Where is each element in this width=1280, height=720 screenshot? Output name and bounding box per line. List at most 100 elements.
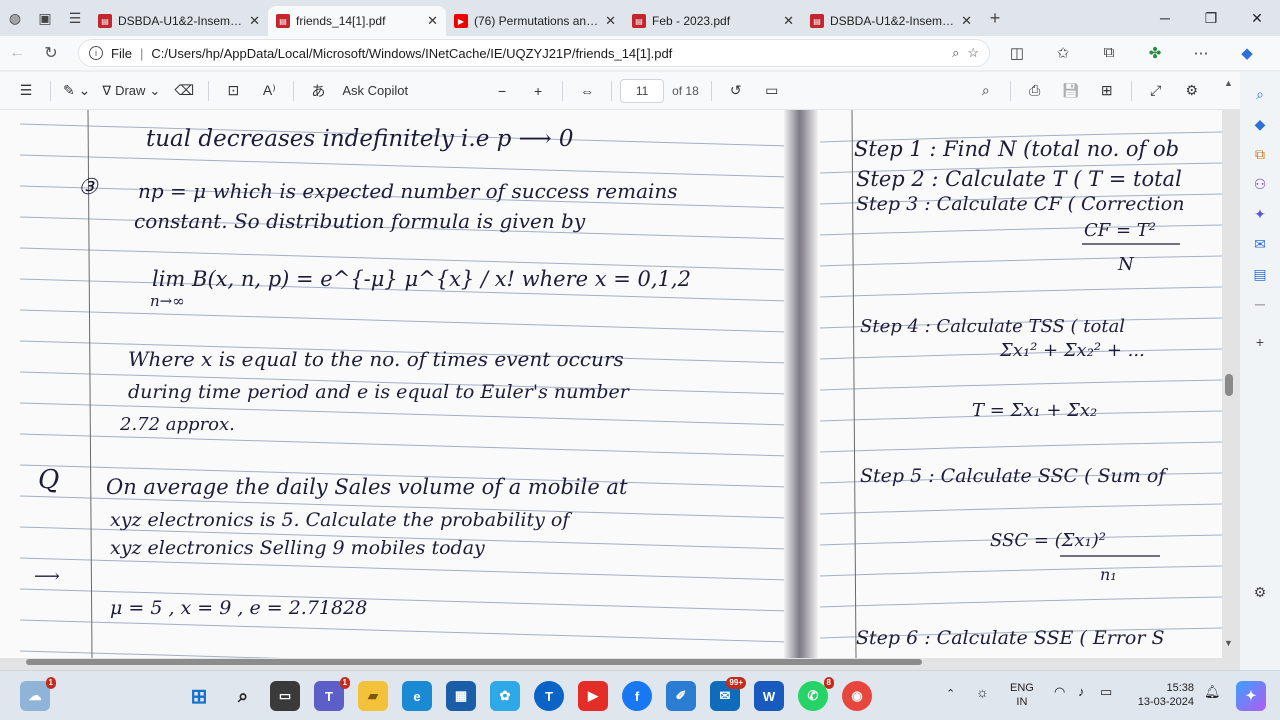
- draw-button[interactable]: ∇ Draw ⌄: [98, 77, 164, 105]
- divider-icon: ─: [1255, 296, 1265, 312]
- facebook-icon[interactable]: f: [622, 681, 652, 711]
- vertical-scrollbar[interactable]: ▲ ▼: [1222, 78, 1236, 648]
- minimize-icon[interactable]: ─: [1142, 0, 1188, 36]
- favorites-icon[interactable]: ✩: [1042, 44, 1084, 62]
- copilot-taskbar-icon[interactable]: ✦: [1236, 681, 1266, 711]
- close-tab-icon[interactable]: ✕: [605, 13, 616, 29]
- wifi-icon[interactable]: ◠: [1054, 685, 1065, 699]
- split-screen-icon[interactable]: ◫: [996, 44, 1038, 62]
- find-icon[interactable]: ⌕: [970, 77, 1002, 105]
- right-line-3: Step 3 : Calculate CF ( Correction: [856, 193, 1184, 215]
- tab-actions-icon[interactable]: ☰: [60, 0, 90, 36]
- teams-icon[interactable]: T1: [314, 677, 350, 711]
- file-explorer-icon[interactable]: ▰: [358, 681, 388, 711]
- rotate-icon[interactable]: ↺: [720, 77, 752, 105]
- translate-icon[interactable]: あ: [302, 77, 334, 105]
- page-view-icon[interactable]: ▭: [756, 77, 788, 105]
- rewards-icon[interactable]: ◆: [1246, 110, 1274, 138]
- left-line-9: xyz electronics is 5. Calculate the prob…: [110, 509, 572, 531]
- tab-dsbda-2[interactable]: ▤ DSBDA-U1&2-Insem(1).pdf ✕: [802, 6, 980, 36]
- app-icon[interactable]: ✿: [490, 681, 520, 711]
- book-gutter: [784, 110, 818, 658]
- save-as-icon[interactable]: ⊞: [1091, 77, 1123, 105]
- print-icon[interactable]: ⎙: [1019, 77, 1051, 105]
- fullscreen-icon[interactable]: ⤢: [1140, 77, 1172, 105]
- start-button[interactable]: ⊞: [184, 681, 214, 711]
- whatsapp-icon[interactable]: ✆ 8: [798, 677, 834, 711]
- edge-sidebar: ⌕ ◆ ⧉ ⚇ ✦ ✉ ▤ ─ + ⚙: [1240, 72, 1280, 670]
- close-tab-icon[interactable]: ✕: [249, 13, 260, 29]
- info-icon[interactable]: i: [89, 46, 103, 60]
- url-text[interactable]: C:/Users/hp/AppData/Local/Microsoft/Wind…: [151, 46, 944, 61]
- search-icon[interactable]: ⌕: [1246, 80, 1274, 108]
- close-tab-icon[interactable]: ✕: [427, 13, 438, 29]
- back-button[interactable]: ←: [0, 44, 34, 62]
- text-box-icon[interactable]: ⊡: [217, 77, 249, 105]
- task-view-icon[interactable]: ▭: [270, 681, 300, 711]
- search-icon[interactable]: ⌕: [952, 45, 959, 61]
- divider: [50, 80, 51, 101]
- tab-feb-2023[interactable]: ▤ Feb - 2023.pdf ✕: [624, 6, 802, 36]
- contents-icon[interactable]: ☰: [10, 77, 42, 105]
- outlook-icon[interactable]: ✉: [1246, 230, 1274, 258]
- more-menu-icon[interactable]: ⋯: [1180, 44, 1222, 62]
- settings-icon[interactable]: ⚙: [1176, 77, 1208, 105]
- close-tab-icon[interactable]: ✕: [783, 13, 794, 29]
- collections-icon[interactable]: ⧉: [1088, 44, 1130, 62]
- read-aloud-icon[interactable]: A⁾: [253, 77, 285, 105]
- tab-title: DSBDA-U1&2-Insem(1).pdf: [830, 14, 955, 28]
- address-bar[interactable]: i File | C:/Users/hp/AppData/Local/Micro…: [78, 39, 990, 67]
- copilot-icon[interactable]: ◆: [1226, 44, 1268, 62]
- extensions-icon[interactable]: ✤: [1134, 44, 1176, 62]
- add-icon[interactable]: +: [1246, 328, 1274, 356]
- zoom-in-button[interactable]: +: [522, 77, 554, 105]
- app-t-icon[interactable]: T: [534, 681, 564, 711]
- weather-icon[interactable]: ☁ 1: [20, 677, 56, 711]
- page-number-input[interactable]: 11: [620, 78, 665, 103]
- clock[interactable]: 15:38 13-03-2024: [1132, 681, 1194, 709]
- profile-icon[interactable]: ◍: [0, 0, 30, 36]
- right-line-11: n₁: [1100, 565, 1117, 584]
- fit-width-icon[interactable]: ⇔: [571, 77, 603, 105]
- close-window-icon[interactable]: ✕: [1234, 0, 1280, 36]
- notifications-icon[interactable]: 🔔︎: [1204, 685, 1221, 699]
- tab-youtube[interactable]: ▶ (76) Permutations and Combinations ✕: [446, 6, 624, 36]
- pdf-viewer[interactable]: tual decreases indefinitely i.e p ⟶ 0 ③ …: [0, 109, 1240, 674]
- favorite-star-icon[interactable]: ☆: [967, 45, 979, 61]
- ask-copilot-button[interactable]: Ask Copilot: [338, 77, 412, 105]
- edge-icon[interactable]: e: [402, 681, 432, 711]
- app-icon[interactable]: ✐: [666, 681, 696, 711]
- sidebar-settings-icon[interactable]: ⚙: [1246, 578, 1274, 606]
- horizontal-scrollbar[interactable]: [12, 658, 1220, 666]
- erase-icon[interactable]: ⌫: [168, 77, 200, 105]
- language-indicator[interactable]: ENG IN: [1010, 681, 1034, 709]
- tab-dsbda-1[interactable]: ▤ DSBDA-U1&2-Insem(1).pdf ✕: [90, 6, 268, 36]
- show-hidden-icons[interactable]: ⌃: [946, 687, 955, 701]
- tab-friends[interactable]: ▤ friends_14[1].pdf ✕: [268, 6, 446, 36]
- close-tab-icon[interactable]: ✕: [961, 13, 972, 29]
- youtube-icon[interactable]: ▶: [578, 681, 608, 711]
- word-icon[interactable]: W: [754, 681, 784, 711]
- workspaces-icon[interactable]: ▣: [30, 0, 60, 36]
- right-line-1: Step 1 : Find N (total no. of ob: [854, 137, 1179, 161]
- refresh-button[interactable]: ↻: [34, 43, 68, 63]
- new-tab-button[interactable]: +: [980, 0, 1010, 36]
- shopping-icon[interactable]: ⧉: [1246, 140, 1274, 168]
- people-icon[interactable]: ⚇: [1246, 170, 1274, 198]
- right-line-7: Σx₁² + Σx₂² + ...: [999, 340, 1145, 361]
- battery-icon[interactable]: ▭: [1100, 685, 1112, 699]
- copilot-sidebar-icon[interactable]: ✦: [1246, 200, 1274, 228]
- highlight-icon[interactable]: ✎ ⌄: [59, 77, 94, 105]
- volume-icon[interactable]: ♪: [1078, 685, 1085, 699]
- horizontal-scroll-thumb[interactable]: [26, 659, 922, 665]
- search-icon[interactable]: ⌕: [228, 681, 258, 711]
- browser-toolbar-icons: ◫ ✩ ⧉ ✤ ⋯ ◆: [996, 44, 1268, 62]
- vertical-scroll-thumb[interactable]: [1225, 374, 1233, 396]
- mail-icon[interactable]: ✉ 99+: [710, 677, 746, 711]
- restore-icon[interactable]: ❐: [1188, 0, 1234, 36]
- notes-icon[interactable]: ▤: [1246, 260, 1274, 288]
- zoom-out-button[interactable]: −: [486, 77, 518, 105]
- store-icon[interactable]: ▦: [446, 681, 476, 711]
- network-status-icon[interactable]: ☼: [976, 685, 989, 699]
- chrome-icon[interactable]: ◉: [842, 681, 872, 711]
